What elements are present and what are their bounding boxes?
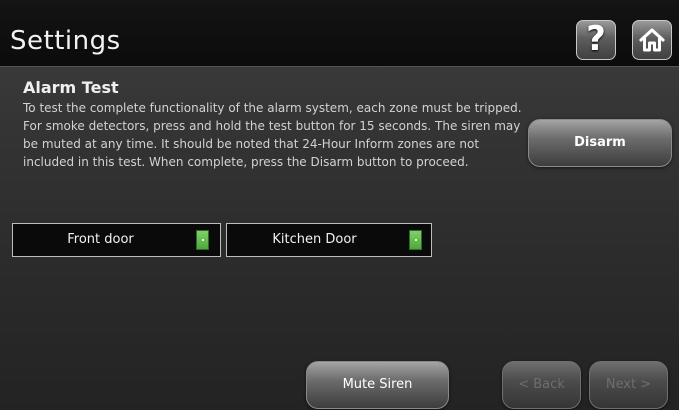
disarm-button[interactable]: Disarm [528, 119, 672, 167]
zone-kitchen-door[interactable]: Kitchen Door [226, 223, 432, 257]
settings-screen: Settings ? Alarm Test To test the comple… [0, 0, 679, 410]
zone-status-indicator [196, 230, 209, 250]
section-heading: Alarm Test [23, 78, 119, 97]
next-button[interactable]: Next > [589, 361, 668, 409]
zone-status-indicator [409, 230, 422, 250]
instructions-text: To test the complete functionality of th… [23, 101, 522, 169]
home-icon [639, 28, 665, 52]
home-button[interactable] [632, 20, 672, 60]
title-bar: Settings ? [0, 0, 679, 67]
zone-label: Kitchen Door [272, 232, 357, 247]
help-button[interactable]: ? [576, 19, 616, 60]
back-button[interactable]: < Back [502, 361, 581, 409]
question-mark-icon: ? [586, 19, 606, 59]
mute-siren-button[interactable]: Mute Siren [306, 361, 449, 409]
page-title: Settings [10, 26, 121, 56]
zone-front-door[interactable]: Front door [12, 223, 221, 257]
zone-label: Front door [67, 232, 134, 247]
